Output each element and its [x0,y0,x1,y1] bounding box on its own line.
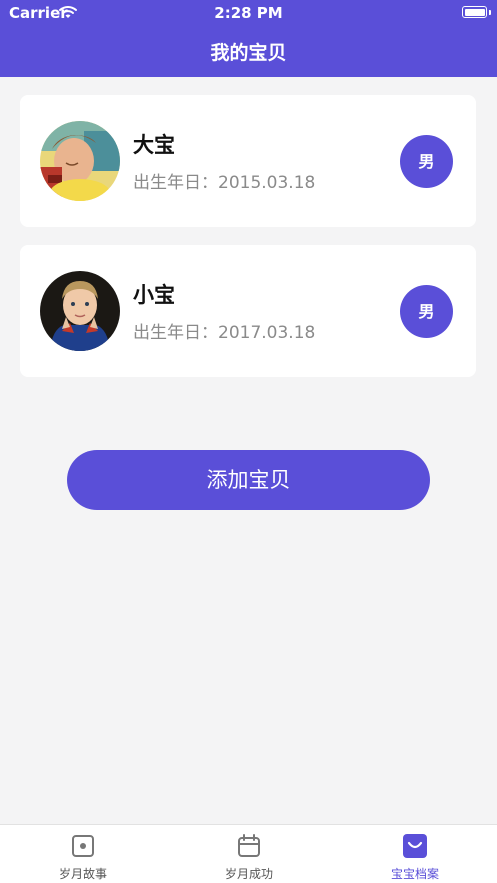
baby-birthdate: 出生年日：2017.03.18 [133,323,316,343]
tab-story[interactable]: 岁月故事 [0,825,166,883]
battery-icon [462,6,487,18]
avatar [40,121,120,201]
baby-card[interactable]: 大宝 出生年日：2015.03.18 男 [20,95,476,227]
tab-label: 岁月成功 [224,867,273,881]
baby-name: 大宝 [133,133,175,157]
tab-baby-profile[interactable]: 宝宝档案 [332,825,497,883]
baby-card[interactable]: 小宝 出生年日：2017.03.18 男 [20,245,476,377]
baby-birthdate: 出生年日：2015.03.18 [133,173,316,193]
status-bar: Carrier 2:28 PM [0,0,497,26]
baby-name: 小宝 [133,283,175,307]
header: Carrier 2:28 PM 我的宝贝 [0,0,497,77]
tab-bar: 岁月故事 岁月成功 宝宝档案 [0,824,497,883]
baby-profile-icon [403,834,427,858]
battery-cap [489,10,491,15]
page-title: 我的宝贝 [210,42,287,64]
gender-badge: 男 [400,285,453,338]
status-time: 2:28 PM [214,4,283,22]
avatar [40,271,120,351]
add-baby-button[interactable]: 添加宝贝 [67,450,430,510]
story-icon [71,834,95,858]
tab-label: 岁月故事 [58,867,107,881]
calendar-icon [237,834,261,858]
tab-success[interactable]: 岁月成功 [166,825,332,883]
tab-label: 宝宝档案 [390,867,439,881]
gender-badge: 男 [400,135,453,188]
